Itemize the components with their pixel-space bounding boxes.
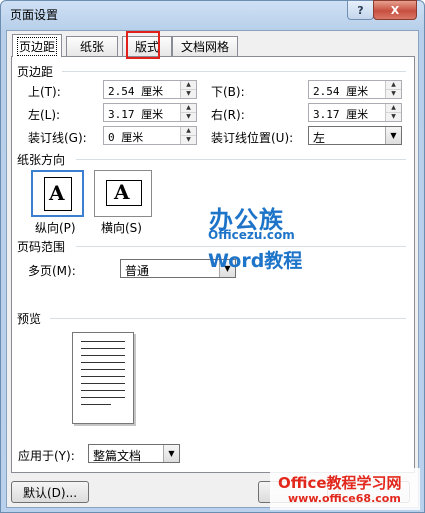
tab-paper[interactable]: 纸张 [66, 36, 118, 56]
top-margin-label: 上(T): [28, 85, 61, 99]
tab-highlight-box [126, 31, 160, 59]
landscape-option[interactable]: A [94, 170, 152, 217]
left-margin-spinner[interactable]: 3.17 厘米 ▲ ▼ [103, 103, 197, 122]
bottom-margin-value: 2.54 厘米 [313, 85, 369, 98]
spin-up-icon[interactable]: ▲ [181, 127, 196, 135]
gutter-position-value: 左 [313, 131, 326, 145]
left-margin-value: 3.17 厘米 [108, 108, 164, 121]
right-margin-value: 3.17 厘米 [313, 108, 369, 121]
landscape-label: 横向(S) [101, 221, 142, 235]
brand-watermark-url: Officezu.com [208, 228, 295, 242]
tab-document-grid[interactable]: 文档网格 [172, 36, 238, 56]
spin-down-icon[interactable]: ▼ [181, 112, 196, 121]
preview-heading: 预览 [17, 312, 42, 326]
top-margin-spinner[interactable]: 2.54 厘米 ▲ ▼ [103, 80, 197, 99]
spin-down-icon[interactable]: ▼ [386, 89, 401, 98]
portrait-label: 纵向(P) [35, 221, 76, 235]
chevron-down-icon[interactable]: ▼ [163, 445, 179, 462]
divider [62, 71, 406, 72]
site-watermark-title: Office教程学习网 [278, 474, 402, 492]
gutter-value: 0 厘米 [108, 131, 144, 144]
gutter-position-select[interactable]: 左 ▼ [308, 126, 402, 145]
gutter-spinner[interactable]: 0 厘米 ▲ ▼ [103, 126, 197, 145]
gutter-position-label: 装订线位置(U): [211, 131, 294, 145]
apply-to-label: 应用于(Y): [18, 449, 75, 463]
multiple-pages-label: 多页(M): [28, 264, 76, 278]
landscape-glyph: A [114, 180, 130, 204]
help-icon: ? [357, 3, 364, 17]
spin-up-icon[interactable]: ▲ [181, 104, 196, 112]
pages-heading: 页码范围 [17, 240, 66, 254]
close-icon: X [390, 3, 400, 17]
apply-to-value: 整篇文档 [93, 449, 142, 463]
right-margin-spinner[interactable]: 3.17 厘米 ▲ ▼ [308, 103, 402, 122]
spin-up-icon[interactable]: ▲ [386, 81, 401, 89]
top-margin-value: 2.54 厘米 [108, 85, 164, 98]
divider [76, 159, 406, 160]
chevron-down-icon[interactable]: ▼ [385, 127, 401, 144]
spin-up-icon[interactable]: ▲ [386, 104, 401, 112]
bottom-margin-spinner[interactable]: 2.54 厘米 ▲ ▼ [308, 80, 402, 99]
apply-to-select[interactable]: 整篇文档 ▼ [88, 444, 180, 463]
portrait-glyph: A [49, 181, 65, 205]
preview-page [72, 332, 134, 424]
close-button[interactable]: X [373, 0, 417, 20]
divider [50, 318, 406, 319]
word-tutorial-watermark: Word教程 [208, 250, 303, 272]
spin-up-icon[interactable]: ▲ [181, 81, 196, 89]
bottom-margin-label: 下(B): [211, 85, 245, 99]
multiple-pages-value: 普通 [125, 264, 150, 278]
spin-down-icon[interactable]: ▼ [386, 112, 401, 121]
set-default-button[interactable]: 默认(D)... [11, 481, 89, 503]
margins-heading: 页边距 [17, 65, 54, 79]
tab-margins[interactable]: 页边距 [12, 34, 62, 57]
portrait-option[interactable]: A [31, 170, 84, 217]
help-button[interactable]: ? [347, 0, 374, 20]
spin-down-icon[interactable]: ▼ [181, 135, 196, 144]
right-margin-label: 右(R): [211, 108, 245, 122]
orientation-heading: 纸张方向 [17, 153, 66, 167]
gutter-label: 装订线(G): [28, 131, 87, 145]
left-margin-label: 左(L): [28, 108, 61, 122]
site-watermark-url: www.office68.com [288, 492, 401, 505]
spin-down-icon[interactable]: ▼ [181, 89, 196, 98]
window-title: 页面设置 [10, 8, 59, 22]
